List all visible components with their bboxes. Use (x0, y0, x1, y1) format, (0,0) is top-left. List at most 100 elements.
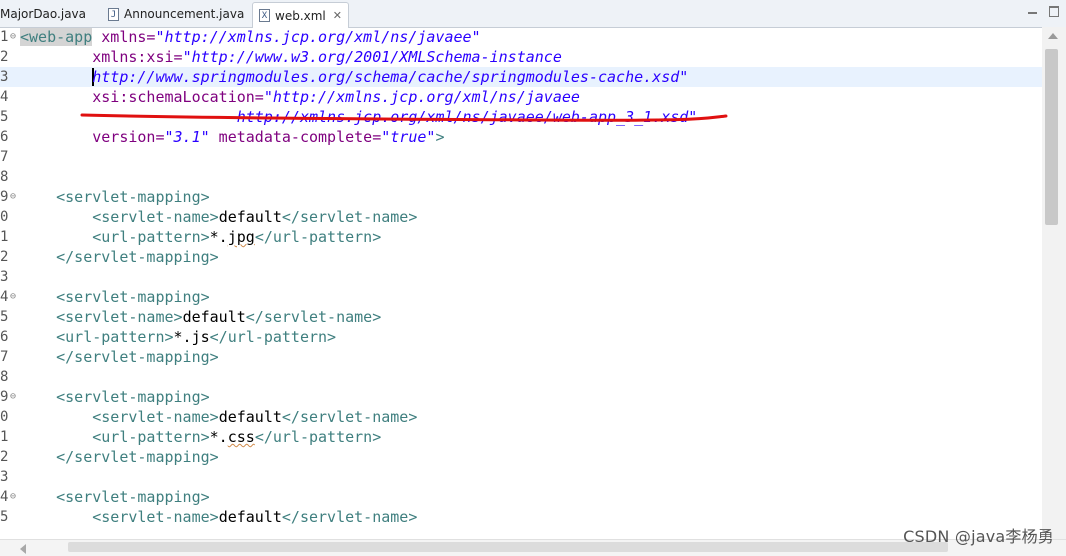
code-token: </servlet-name> (281, 208, 418, 226)
line-number: 3 (0, 269, 9, 285)
fold-icon[interactable]: ⊖ (10, 487, 16, 507)
code-line-current: 3 http://www.springmodules.org/schema/ca… (0, 67, 1042, 87)
code-line: 8 (0, 167, 1042, 187)
code-line: 0 <servlet-name>default</servlet-name> (0, 207, 1042, 227)
line-number: 5 (0, 509, 9, 525)
code-token: <url-pattern> (92, 428, 210, 446)
code-line: 2 xmlns:xsi="http://www.w3.org/2001/XMLS… (0, 47, 1042, 67)
code-token: <web-app (20, 28, 93, 46)
code-token: </servlet-mapping> (56, 348, 219, 366)
fold-icon[interactable]: ⊖ (10, 287, 16, 307)
line-number: 3 (0, 469, 9, 485)
line-number: 2 (0, 249, 9, 265)
line-number: 8 (0, 169, 9, 185)
code-token: *. (209, 228, 228, 246)
code-token: default (218, 208, 282, 226)
code-line: 7 (0, 147, 1042, 167)
code-line: 4 xsi:schemaLocation="http://xmlns.jcp.o… (0, 87, 1042, 107)
line-number: 2 (0, 49, 9, 65)
code-line: 0 <servlet-name>default</servlet-name> (0, 407, 1042, 427)
code-token: *.js (173, 328, 210, 346)
code-token: http://xmlns.jcp.org/xml/ns/javaee/web-a… (236, 108, 698, 126)
code-line: 3 (0, 467, 1042, 487)
code-token: css (227, 428, 255, 446)
scroll-thumb[interactable] (68, 542, 948, 552)
maximize-icon[interactable] (1047, 4, 1061, 18)
code-line: 3 (0, 267, 1042, 287)
line-number: 6 (0, 329, 9, 345)
code-token: xsi:schemaLocation= (92, 88, 264, 106)
code-line: 5 <servlet-name>default</servlet-name> (0, 307, 1042, 327)
line-number: 3 (0, 69, 9, 85)
code-token: "http://xmlns.jcp.org/xml/ns/javaee (263, 88, 580, 106)
code-token: <url-pattern> (56, 328, 174, 346)
code-token: <servlet-mapping> (56, 488, 210, 506)
code-token: default (218, 508, 282, 526)
line-number: 8 (0, 369, 9, 385)
code-line: 6 version="3.1" metadata-complete="true"… (0, 127, 1042, 147)
scroll-up-icon[interactable] (1048, 33, 1058, 39)
vertical-scrollbar[interactable] (1042, 27, 1066, 539)
code-token: default (182, 308, 246, 326)
line-number: 5 (0, 309, 9, 325)
xml-file-icon: X (259, 9, 270, 22)
close-icon[interactable]: ✕ (333, 9, 342, 22)
code-line: 6 <url-pattern>*.js</url-pattern> (0, 327, 1042, 347)
code-token: <servlet-name> (92, 408, 219, 426)
line-number: 6 (0, 129, 9, 145)
code-token: <servlet-name> (92, 208, 219, 226)
tab-majordao[interactable]: MajorDao.java (0, 2, 86, 26)
tab-web-xml[interactable]: X web.xml ✕ (252, 2, 349, 28)
code-line: 9 ⊖ <servlet-mapping> (0, 387, 1042, 407)
code-line: 1 ⊖ <web-app xmlns="http://xmlns.jcp.org… (0, 27, 1042, 47)
code-token: "http://www.w3.org/2001/XMLSchema-instan… (182, 48, 562, 66)
line-number: 7 (0, 349, 9, 365)
code-token: </url-pattern> (254, 428, 382, 446)
code-token: http://www.springmodules.org/schema/cach… (92, 68, 689, 86)
line-number: 2 (0, 449, 9, 465)
code-line: 1 <url-pattern>*.jpg</url-pattern> (0, 227, 1042, 247)
code-token: </url-pattern> (254, 228, 382, 246)
fold-icon[interactable]: ⊖ (10, 387, 16, 407)
code-line: 4 ⊖ <servlet-mapping> (0, 487, 1042, 507)
code-token: > (435, 128, 445, 146)
watermark: CSDN @java李杨勇 (903, 527, 1054, 546)
code-line: 7 </servlet-mapping> (0, 347, 1042, 367)
code-editor[interactable]: 1 ⊖ <web-app xmlns="http://xmlns.jcp.org… (0, 27, 1042, 539)
code-token: jpg (227, 228, 255, 246)
code-line: 5 http://xmlns.jcp.org/xml/ns/javaee/web… (0, 107, 1042, 127)
code-line: 9 ⊖ <servlet-mapping> (0, 187, 1042, 207)
code-token: </servlet-name> (245, 308, 382, 326)
code-line: 2 </servlet-mapping> (0, 247, 1042, 267)
code-token: metadata-complete= (209, 128, 382, 146)
code-token: </servlet-name> (281, 508, 418, 526)
fold-icon[interactable]: ⊖ (10, 187, 16, 207)
tab-announcement[interactable]: J Announcement.java (108, 2, 244, 26)
line-number: 5 (0, 109, 9, 125)
line-number: 4 (0, 89, 9, 105)
code-line: 2 </servlet-mapping> (0, 447, 1042, 467)
minimize-icon[interactable] (1026, 4, 1040, 18)
code-token: xmlns:xsi= (92, 48, 183, 66)
code-token: "http://xmlns.jcp.org/xml/ns/javaee" (155, 28, 481, 46)
code-token: xmlns= (92, 28, 156, 46)
code-token: </servlet-mapping> (56, 248, 219, 266)
line-number: 7 (0, 149, 9, 165)
scroll-left-icon[interactable] (20, 544, 26, 554)
code-token: version= (92, 128, 165, 146)
code-token: </servlet-name> (281, 408, 418, 426)
code-token: "true" (381, 128, 436, 146)
line-number: 1 (0, 229, 9, 245)
tab-label: web.xml (275, 8, 326, 23)
line-number: 1 (0, 429, 9, 445)
code-token: <url-pattern> (92, 228, 210, 246)
editor-tab-bar: MajorDao.java J Announcement.java X web.… (0, 0, 1066, 28)
fold-icon[interactable]: ⊖ (10, 27, 16, 47)
code-token: <servlet-mapping> (56, 388, 210, 406)
line-number: 0 (0, 209, 9, 225)
code-line: 4 ⊖ <servlet-mapping> (0, 287, 1042, 307)
scroll-thumb[interactable] (1045, 49, 1058, 225)
tab-label: Announcement.java (124, 7, 245, 21)
code-token: "3.1" (164, 128, 210, 146)
code-token: *. (209, 428, 228, 446)
